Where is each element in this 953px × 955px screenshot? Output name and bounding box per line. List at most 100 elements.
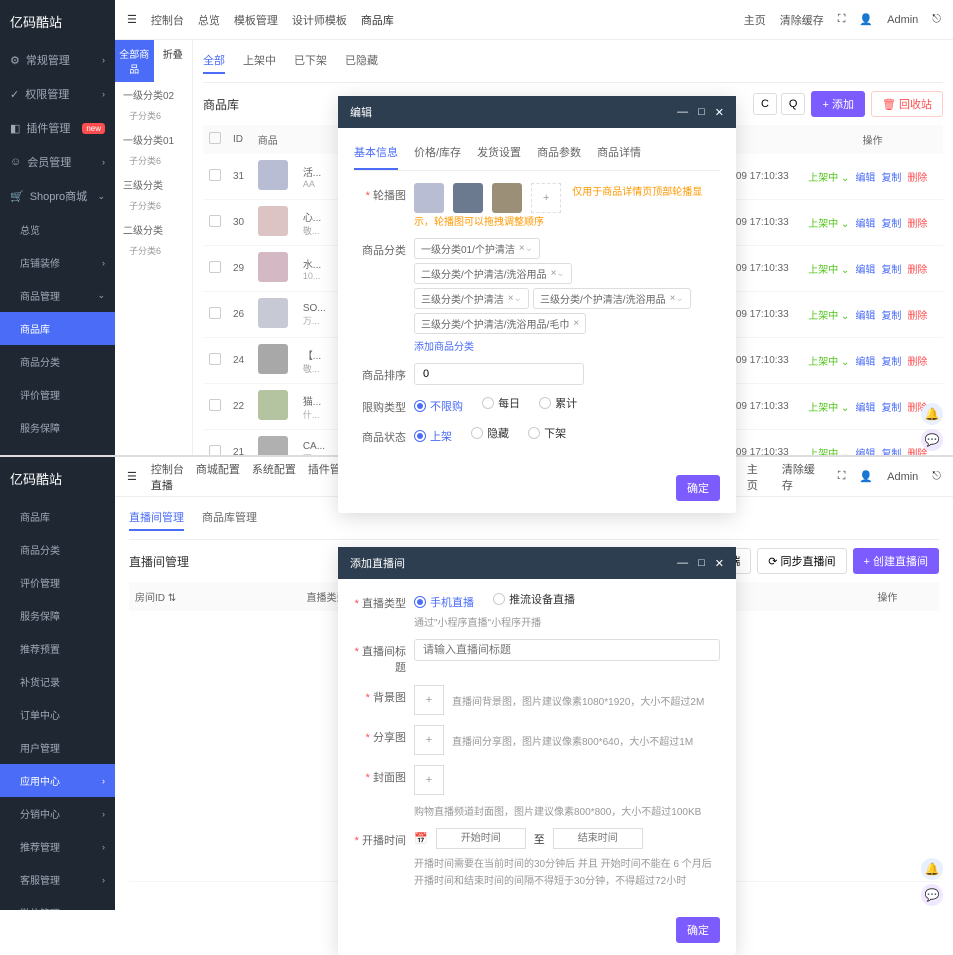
link-home[interactable]: 主页 — [747, 461, 768, 493]
row-checkbox[interactable] — [209, 399, 221, 411]
menu-item[interactable]: 推荐预置 — [0, 632, 115, 665]
radio-on[interactable]: 上架 — [414, 428, 452, 444]
copy-link[interactable]: 复制 — [881, 169, 901, 184]
menu-item[interactable]: 客服管理› — [0, 863, 115, 896]
menu-item[interactable]: 商品分类 — [0, 533, 115, 566]
modal-close-icon[interactable]: ✕ — [715, 557, 724, 570]
edit-link[interactable]: 编辑 — [855, 399, 875, 414]
fab-bell-icon[interactable]: 🔔 — [921, 858, 943, 880]
modal-max-icon[interactable]: □ — [698, 557, 705, 569]
radio-stream-live[interactable]: 推流设备直播 — [493, 591, 575, 607]
row-checkbox[interactable] — [209, 261, 221, 273]
copy-link[interactable]: 复制 — [881, 445, 901, 455]
add-category-link[interactable]: 添加商品分类 — [414, 342, 474, 353]
copy-link[interactable]: 复制 — [881, 399, 901, 414]
expand-icon[interactable]: ⛶ — [838, 13, 846, 26]
hamburger-icon[interactable]: ☰ — [127, 13, 137, 26]
confirm-button[interactable]: 确定 — [676, 475, 720, 501]
hamburger-icon[interactable]: ☰ — [127, 470, 137, 483]
cat-sub[interactable]: 子分类6 — [115, 242, 192, 262]
radio-hide[interactable]: 隐藏 — [471, 425, 509, 441]
status-dropdown[interactable]: 上架中 ⌄ — [808, 215, 849, 230]
sub-product[interactable]: 商品管理⌄ — [0, 279, 115, 312]
radio-total[interactable]: 累计 — [539, 395, 577, 411]
cat-sub[interactable]: 子分类6 — [115, 197, 192, 217]
nav-template[interactable]: 模板管理 — [234, 12, 278, 28]
recycle-button[interactable]: 🗑 回收站 — [871, 91, 943, 117]
copy-link[interactable]: 复制 — [881, 307, 901, 322]
carousel-img-3[interactable] — [492, 183, 522, 213]
cat-item[interactable]: 三级分类 — [115, 172, 192, 197]
menu-plugin[interactable]: ◧插件管理new — [0, 111, 115, 145]
refresh-button[interactable]: C — [753, 93, 777, 115]
delete-link[interactable]: 删除 — [907, 307, 927, 322]
edit-link[interactable]: 编辑 — [855, 215, 875, 230]
logout-icon[interactable]: ⎋ — [932, 13, 941, 26]
tab-hidden[interactable]: 已隐藏 — [345, 48, 378, 74]
row-checkbox[interactable] — [209, 307, 221, 319]
fab-bell-icon[interactable]: 🔔 — [921, 403, 943, 425]
fab-chat-icon[interactable]: 💬 — [921, 429, 943, 451]
menu-item[interactable]: 推荐管理› — [0, 830, 115, 863]
modal-close-icon[interactable]: ✕ — [715, 106, 724, 119]
modal-min-icon[interactable]: — — [677, 106, 688, 118]
radio-off[interactable]: 下架 — [528, 425, 566, 441]
col-room-id[interactable]: 房间ID ⇅ — [129, 582, 300, 611]
upload-cover[interactable]: + — [414, 765, 444, 795]
sub-decor[interactable]: 店铺装修› — [0, 246, 115, 279]
edit-link[interactable]: 编辑 — [855, 261, 875, 276]
mtab-ship[interactable]: 发货设置 — [477, 140, 521, 170]
select-all-checkbox[interactable] — [209, 132, 221, 144]
sub-overview[interactable]: 总览 — [0, 213, 115, 246]
expand-icon[interactable]: ⛶ — [838, 470, 846, 483]
row-checkbox[interactable] — [209, 169, 221, 181]
link-home[interactable]: 主页 — [744, 12, 766, 28]
nav-console[interactable]: 控制台 — [151, 12, 184, 28]
menu-item[interactable]: 用户管理 — [0, 731, 115, 764]
cat-item[interactable]: 一级分类01 — [115, 127, 192, 152]
link-clear-cache[interactable]: 清除缓存 — [782, 461, 824, 493]
tab-on[interactable]: 上架中 — [243, 48, 276, 74]
sync-button[interactable]: ⟳ 同步直播间 — [757, 548, 846, 574]
add-carousel-button[interactable]: + — [531, 183, 561, 213]
cat-item[interactable]: 一级分类02 — [115, 82, 192, 107]
menu-item[interactable]: 订单中心 — [0, 698, 115, 731]
status-dropdown[interactable]: 上架中 ⌄ — [808, 261, 849, 276]
cat-tab-all[interactable]: 全部商品 — [115, 40, 154, 82]
cat-item[interactable]: 二级分类 — [115, 217, 192, 242]
confirm-button[interactable]: 确定 — [676, 917, 720, 943]
edit-link[interactable]: 编辑 — [855, 169, 875, 184]
upload-share[interactable]: + — [414, 725, 444, 755]
tab-live-room[interactable]: 直播间管理 — [129, 505, 184, 531]
edit-link[interactable]: 编辑 — [855, 307, 875, 322]
carousel-img-2[interactable] — [453, 183, 483, 213]
cat-sub[interactable]: 子分类6 — [115, 152, 192, 172]
user-icon[interactable]: 👤 — [859, 470, 873, 483]
time-end-input[interactable] — [553, 828, 643, 849]
radio-nolimit[interactable]: 不限购 — [414, 398, 463, 414]
remove-tag-icon[interactable]: × — [573, 318, 579, 329]
user-icon[interactable]: 👤 — [859, 13, 873, 26]
nav-item[interactable]: 控制台 — [151, 464, 184, 476]
logout-icon[interactable]: ⎋ — [932, 470, 941, 483]
row-checkbox[interactable] — [209, 215, 221, 227]
menu-general[interactable]: ⚙常规管理› — [0, 43, 115, 77]
mtab-detail[interactable]: 商品详情 — [597, 140, 641, 170]
search-button[interactable]: Q — [781, 93, 806, 115]
fab-chat-icon[interactable]: 💬 — [921, 884, 943, 906]
menu-item[interactable]: 分销中心› — [0, 797, 115, 830]
link-clear-cache[interactable]: 清除缓存 — [780, 12, 824, 28]
nav-product-lib[interactable]: 商品库 — [361, 12, 394, 28]
menu-item[interactable]: 评价管理 — [0, 566, 115, 599]
mtab-param[interactable]: 商品参数 — [537, 140, 581, 170]
edit-link[interactable]: 编辑 — [855, 445, 875, 455]
status-dropdown[interactable]: 上架中 ⌄ — [808, 353, 849, 368]
carousel-img-1[interactable] — [414, 183, 444, 213]
row-checkbox[interactable] — [209, 445, 221, 455]
delete-link[interactable]: 删除 — [907, 353, 927, 368]
mtab-basic[interactable]: 基本信息 — [354, 140, 398, 170]
user-name[interactable]: Admin — [887, 14, 918, 26]
nav-overview[interactable]: 总览 — [198, 12, 220, 28]
delete-link[interactable]: 删除 — [907, 261, 927, 276]
menu-item[interactable]: 商品库 — [0, 500, 115, 533]
